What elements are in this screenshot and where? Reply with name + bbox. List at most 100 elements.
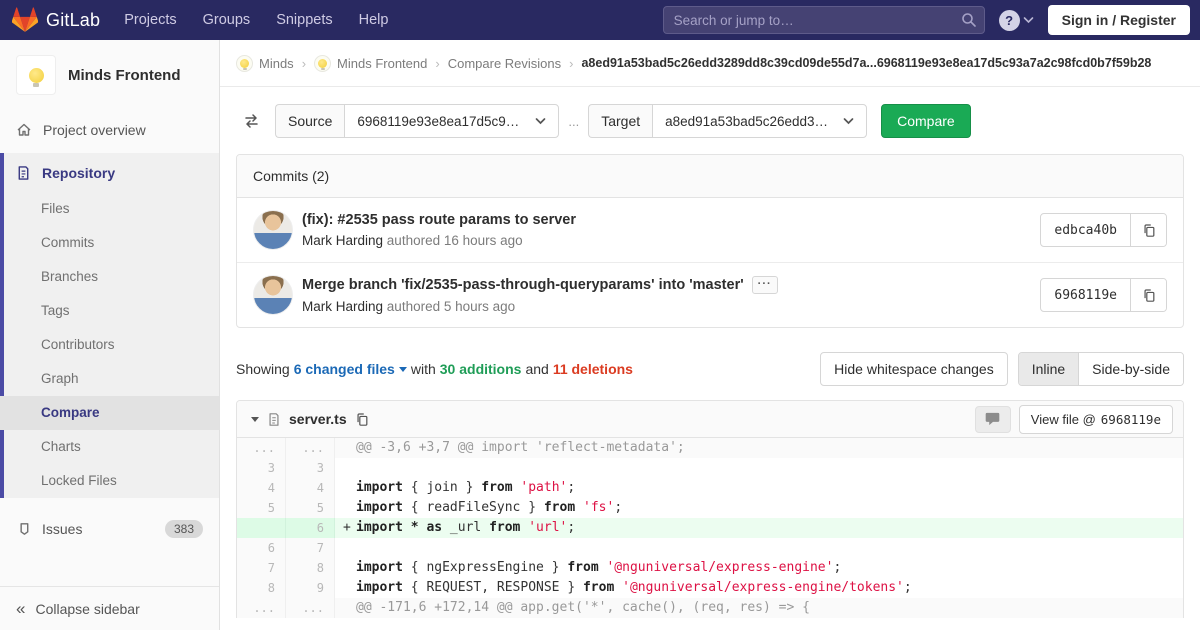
sidebar-item-issues[interactable]: Issues 383 bbox=[0, 509, 219, 549]
diff-filename[interactable]: server.ts bbox=[289, 411, 347, 427]
line-number-old[interactable]: 8 bbox=[237, 578, 286, 598]
sidebar-item-label: Project overview bbox=[43, 122, 146, 138]
line-number-new[interactable]: 6 bbox=[286, 518, 335, 538]
compare-button[interactable]: Compare bbox=[881, 104, 971, 138]
nav-link-snippets[interactable]: Snippets bbox=[276, 12, 332, 28]
file-icon bbox=[267, 412, 281, 427]
line-number-new[interactable]: 5 bbox=[286, 498, 335, 518]
issues-icon bbox=[16, 521, 31, 537]
lightbulb-icon bbox=[29, 68, 44, 83]
collapse-sidebar-button[interactable]: « Collapse sidebar bbox=[0, 586, 219, 630]
code-line: +import * as _url from 'url'; bbox=[335, 518, 1183, 538]
showing-label: Showing bbox=[236, 361, 290, 377]
code-line: @@ -3,6 +3,7 @@ import 'reflect-metadata… bbox=[335, 438, 1183, 458]
line-number-old[interactable]: 3 bbox=[237, 458, 286, 478]
diff-line: 89 import { REQUEST, RESPONSE } from '@n… bbox=[237, 578, 1183, 598]
line-number-new[interactable]: ... bbox=[286, 438, 335, 458]
commits-card: Commits (2) (fix): #2535 pass route para… bbox=[236, 154, 1184, 328]
sign-in-button[interactable]: Sign in / Register bbox=[1048, 5, 1190, 35]
compare-form: Source 6968119e93e8ea17d5c9… ... Target … bbox=[236, 104, 1184, 138]
line-number-new[interactable]: 4 bbox=[286, 478, 335, 498]
code-line bbox=[335, 458, 1183, 478]
commit-title[interactable]: (fix): #2535 pass route params to server bbox=[302, 212, 576, 228]
inline-view-button[interactable]: Inline bbox=[1019, 353, 1078, 385]
line-number-old[interactable]: 4 bbox=[237, 478, 286, 498]
commit-author[interactable]: Mark Harding bbox=[302, 233, 383, 248]
view-mode-toggle: Inline Side-by-side bbox=[1018, 352, 1184, 386]
line-number-old[interactable] bbox=[237, 518, 286, 538]
code-line: import { ngExpressEngine } from '@nguniv… bbox=[335, 558, 1183, 578]
view-file-button[interactable]: View file @ 6968119e bbox=[1019, 405, 1173, 434]
commits-header: Commits (2) bbox=[237, 155, 1183, 198]
collapse-sidebar-label: Collapse sidebar bbox=[35, 601, 139, 617]
commit-sha-group: 6968119e bbox=[1040, 278, 1167, 312]
line-number-old[interactable]: 6 bbox=[237, 538, 286, 558]
nav-link-groups[interactable]: Groups bbox=[203, 12, 251, 28]
repository-subitems: FilesCommitsBranchesTagsContributorsGrap… bbox=[0, 192, 219, 498]
breadcrumb-project[interactable]: Minds Frontend bbox=[314, 55, 427, 72]
breadcrumb-label: Minds Frontend bbox=[337, 56, 427, 71]
commit-author[interactable]: Mark Harding bbox=[302, 299, 383, 314]
sidebar-item-branches[interactable]: Branches bbox=[0, 260, 219, 294]
commit-sha[interactable]: 6968119e bbox=[1041, 279, 1130, 311]
sidebar-item-tags[interactable]: Tags bbox=[0, 294, 219, 328]
comment-button[interactable] bbox=[975, 406, 1011, 433]
breadcrumb-label: Minds bbox=[259, 56, 294, 71]
copy-sha-button[interactable] bbox=[1130, 214, 1166, 246]
collapse-file-icon[interactable] bbox=[251, 417, 259, 422]
breadcrumb-separator: › bbox=[302, 56, 306, 71]
sidebar-item-commits[interactable]: Commits bbox=[0, 226, 219, 260]
line-number-new[interactable]: 3 bbox=[286, 458, 335, 478]
commit-title[interactable]: Merge branch 'fix/2535-pass-through-quer… bbox=[302, 277, 744, 293]
sidebar-item-compare[interactable]: Compare bbox=[0, 396, 219, 430]
avatar[interactable] bbox=[253, 210, 293, 250]
search-input[interactable] bbox=[663, 6, 985, 34]
breadcrumb-current-sha: a8ed91a53bad5c26edd3289dd8c39cd09de55d7a… bbox=[581, 56, 1151, 70]
line-number-new[interactable]: 7 bbox=[286, 538, 335, 558]
nav-link-help[interactable]: Help bbox=[359, 12, 389, 28]
question-icon: ? bbox=[999, 10, 1020, 31]
avatar[interactable] bbox=[253, 275, 293, 315]
target-dropdown[interactable]: a8ed91a53bad5c26edd3… bbox=[652, 104, 867, 138]
chevron-down-icon bbox=[535, 117, 546, 125]
changed-files-dropdown[interactable]: 6 changed files bbox=[294, 361, 407, 377]
side-by-side-view-button[interactable]: Side-by-side bbox=[1078, 353, 1183, 385]
sidebar-item-graph[interactable]: Graph bbox=[0, 362, 219, 396]
code-line: import { readFileSync } from 'fs'; bbox=[335, 498, 1183, 518]
line-number-new[interactable]: 8 bbox=[286, 558, 335, 578]
line-number-old[interactable]: ... bbox=[237, 438, 286, 458]
copy-sha-button[interactable] bbox=[1130, 279, 1166, 311]
commit-sha[interactable]: edbca40b bbox=[1041, 214, 1130, 246]
copy-icon bbox=[1142, 223, 1156, 238]
expand-commit-message-button[interactable]: ··· bbox=[752, 276, 778, 294]
view-file-label: View file @ bbox=[1031, 412, 1096, 427]
line-number-new[interactable]: 9 bbox=[286, 578, 335, 598]
sidebar-item-locked-files[interactable]: Locked Files bbox=[0, 464, 219, 498]
project-header[interactable]: Minds Frontend bbox=[0, 40, 219, 111]
top-navbar: GitLab Projects Groups Snippets Help ? Sign… bbox=[0, 0, 1200, 40]
sidebar-item-repository[interactable]: Repository bbox=[0, 153, 219, 192]
project-name: Minds Frontend bbox=[68, 67, 181, 84]
range-separator: ... bbox=[568, 114, 579, 129]
line-number-old[interactable]: ... bbox=[237, 598, 286, 618]
sidebar-item-files[interactable]: Files bbox=[0, 192, 219, 226]
copy-icon[interactable] bbox=[355, 412, 369, 427]
breadcrumb-group[interactable]: Minds bbox=[236, 55, 294, 72]
breadcrumb-compare-revisions[interactable]: Compare Revisions bbox=[448, 56, 561, 71]
nav-link-projects[interactable]: Projects bbox=[124, 12, 176, 28]
sidebar-item-charts[interactable]: Charts bbox=[0, 430, 219, 464]
diff-line: ......@@ -3,6 +3,7 @@ import 'reflect-me… bbox=[237, 438, 1183, 458]
sidebar-item-project-overview[interactable]: Project overview bbox=[0, 111, 219, 149]
gitlab-logo[interactable]: GitLab bbox=[12, 7, 100, 33]
commit-timestamp: authored 5 hours ago bbox=[387, 299, 515, 314]
line-number-old[interactable]: 7 bbox=[237, 558, 286, 578]
search-icon[interactable] bbox=[961, 12, 977, 28]
help-menu[interactable]: ? bbox=[999, 10, 1034, 31]
sidebar-item-contributors[interactable]: Contributors bbox=[0, 328, 219, 362]
source-dropdown[interactable]: 6968119e93e8ea17d5c9… bbox=[344, 104, 559, 138]
swap-revisions-button[interactable] bbox=[236, 105, 266, 137]
line-number-old[interactable]: 5 bbox=[237, 498, 286, 518]
and-label: and bbox=[525, 361, 548, 377]
hide-whitespace-button[interactable]: Hide whitespace changes bbox=[820, 352, 1008, 386]
line-number-new[interactable]: ... bbox=[286, 598, 335, 618]
